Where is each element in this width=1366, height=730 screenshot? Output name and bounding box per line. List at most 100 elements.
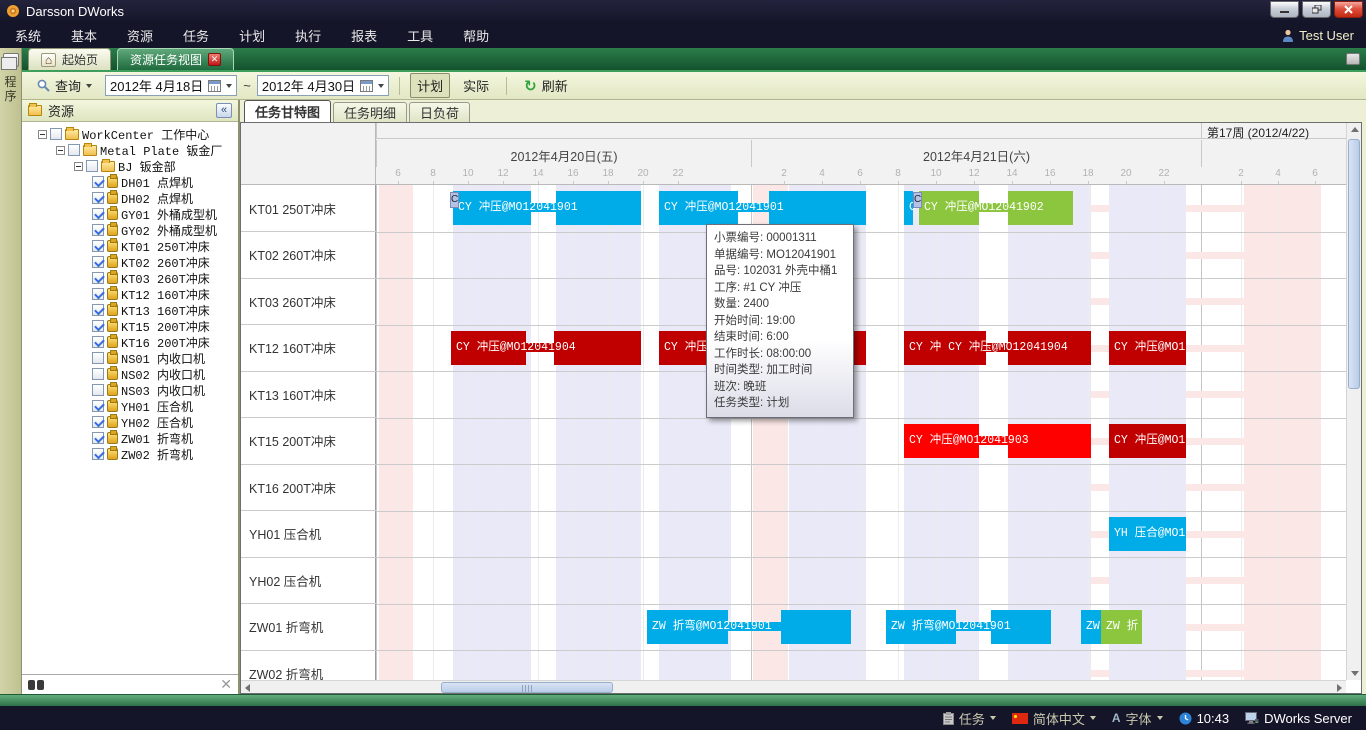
menu-item-2[interactable]: 资源 [112, 26, 168, 45]
tree-item-9[interactable]: KT03 260T冲床 [22, 270, 238, 286]
menu-item-8[interactable]: 帮助 [448, 26, 504, 45]
vertical-scroll-thumb[interactable] [1348, 139, 1360, 389]
task-bar[interactable]: CY 冲压@MO12041901 [659, 191, 866, 225]
menu-item-1[interactable]: 基本 [56, 26, 112, 45]
actual-toggle-button[interactable]: 实际 [456, 73, 496, 98]
tree-checkbox[interactable] [92, 192, 104, 204]
task-bar[interactable]: C [904, 191, 913, 225]
task-bar[interactable]: ZW 折弯@MO12041901 [647, 610, 851, 644]
tree-checkbox[interactable] [92, 288, 104, 300]
tree-checkbox[interactable] [50, 128, 62, 140]
tree-checkbox[interactable] [92, 400, 104, 412]
tree-checkbox[interactable] [92, 336, 104, 348]
tree-item-6[interactable]: GY02 外桶成型机 [22, 222, 238, 238]
refresh-button[interactable]: ↻ 刷新 [517, 73, 575, 98]
close-button[interactable] [1334, 1, 1363, 18]
tree-item-11[interactable]: KT13 160T冲床 [22, 302, 238, 318]
find-icon[interactable] [28, 680, 220, 690]
panels-icon[interactable] [3, 53, 19, 67]
date-to-dropdown-icon[interactable] [378, 84, 384, 88]
task-bar[interactable]: CY 冲压@MO12041904 [451, 331, 641, 365]
clear-filter-icon[interactable]: ✕ [220, 676, 232, 693]
tree-item-18[interactable]: YH02 压合机 [22, 414, 238, 430]
collapse-panel-button[interactable]: « [216, 103, 232, 118]
statusbar-server[interactable]: DWorks Server [1245, 711, 1352, 726]
task-bar[interactable]: YH 压合@MO1 [1109, 517, 1186, 551]
tab-start-page[interactable]: ⌂ 起始页 [28, 48, 111, 70]
tree-expander-icon[interactable] [74, 162, 83, 171]
tree-checkbox[interactable] [92, 256, 104, 268]
tree-checkbox[interactable] [92, 352, 104, 364]
tree-item-16[interactable]: NS03 内收口机 [22, 382, 238, 398]
tree-item-5[interactable]: GY01 外桶成型机 [22, 206, 238, 222]
tree-checkbox[interactable] [92, 448, 104, 460]
task-bar[interactable]: CY 冲压@MO12041902 [919, 191, 1073, 225]
tree-expander-icon[interactable] [56, 146, 65, 155]
dock-label-program[interactable]: 程序 [4, 75, 18, 103]
task-bar[interactable]: CY 冲 CY 冲压@MO12041904 [904, 331, 1091, 365]
tree-item-1[interactable]: Metal Plate 钣金厂 [22, 142, 238, 158]
horizontal-scrollbar[interactable] [241, 680, 1346, 693]
tree-item-3[interactable]: DH01 点焊机 [22, 174, 238, 190]
task-bar[interactable]: CY 冲压@MO12041903 [904, 424, 1091, 458]
tree-item-13[interactable]: KT16 200T冲床 [22, 334, 238, 350]
menu-item-3[interactable]: 任务 [168, 26, 224, 45]
scroll-left-icon[interactable] [241, 681, 254, 694]
tree-checkbox[interactable] [92, 208, 104, 220]
menu-item-4[interactable]: 计划 [224, 26, 280, 45]
vertical-scrollbar[interactable] [1346, 123, 1361, 680]
view-tab-2[interactable]: 日负荷 [409, 102, 470, 122]
task-bar[interactable]: CY 冲压@MO12041901 [453, 191, 641, 225]
menu-item-7[interactable]: 工具 [392, 26, 448, 45]
tree-item-0[interactable]: WorkCenter 工作中心 [22, 126, 238, 142]
task-bar[interactable]: CY 冲压@MO1 [1109, 424, 1186, 458]
statusbar-font[interactable]: A 字体 [1112, 709, 1163, 728]
tree-checkbox[interactable] [92, 176, 104, 188]
tree-item-15[interactable]: NS02 内收口机 [22, 366, 238, 382]
tree-checkbox[interactable] [92, 432, 104, 444]
tree-item-8[interactable]: KT02 260T冲床 [22, 254, 238, 270]
tree-checkbox[interactable] [92, 240, 104, 252]
tree-checkbox[interactable] [92, 304, 104, 316]
task-bar[interactable]: ZW 折 [1101, 610, 1142, 644]
tree-checkbox[interactable] [92, 320, 104, 332]
tree-item-2[interactable]: BJ 钣金部 [22, 158, 238, 174]
tree-item-17[interactable]: YH01 压合机 [22, 398, 238, 414]
tree-checkbox[interactable] [92, 224, 104, 236]
tree-checkbox[interactable] [92, 272, 104, 284]
date-to-input[interactable]: 2012年 4月30日 [257, 75, 389, 96]
user-indicator[interactable]: Test User [1282, 28, 1354, 43]
scroll-right-icon[interactable] [1333, 681, 1346, 694]
scroll-up-icon[interactable] [1348, 123, 1361, 136]
tree-item-19[interactable]: ZW01 折弯机 [22, 430, 238, 446]
tab-resource-task-view[interactable]: 资源任务视图 ✕ [117, 48, 234, 70]
tab-close-icon[interactable]: ✕ [208, 53, 221, 66]
restore-button[interactable] [1302, 1, 1331, 18]
task-bar[interactable]: ZW [1081, 610, 1101, 644]
menu-item-5[interactable]: 执行 [280, 26, 336, 45]
plan-toggle-button[interactable]: 计划 [410, 73, 450, 98]
tree-item-4[interactable]: DH02 点焊机 [22, 190, 238, 206]
tree-checkbox[interactable] [68, 144, 80, 156]
horizontal-scroll-thumb[interactable] [441, 682, 613, 693]
task-bar[interactable]: CY 冲压@MO1 [1109, 331, 1186, 365]
task-tag[interactable]: C [450, 192, 459, 208]
statusbar-language[interactable]: 简体中文 [1012, 709, 1096, 728]
date-from-dropdown-icon[interactable] [226, 84, 232, 88]
tree-checkbox[interactable] [92, 416, 104, 428]
tree-checkbox[interactable] [92, 384, 104, 396]
tree-item-20[interactable]: ZW02 折弯机 [22, 446, 238, 462]
statusbar-task-menu[interactable]: 任务 [943, 709, 996, 728]
view-tab-1[interactable]: 任务明细 [333, 102, 407, 122]
tree-item-7[interactable]: KT01 250T冲床 [22, 238, 238, 254]
menu-item-6[interactable]: 报表 [336, 26, 392, 45]
tree-item-14[interactable]: NS01 内收口机 [22, 350, 238, 366]
tree-item-10[interactable]: KT12 160T冲床 [22, 286, 238, 302]
window-list-icon[interactable] [1346, 53, 1360, 65]
scroll-down-icon[interactable] [1348, 667, 1361, 680]
tree-item-12[interactable]: KT15 200T冲床 [22, 318, 238, 334]
task-tag[interactable]: C [913, 192, 922, 208]
tree-expander-icon[interactable] [38, 130, 47, 139]
tree-checkbox[interactable] [86, 160, 98, 172]
date-from-input[interactable]: 2012年 4月18日 [105, 75, 237, 96]
